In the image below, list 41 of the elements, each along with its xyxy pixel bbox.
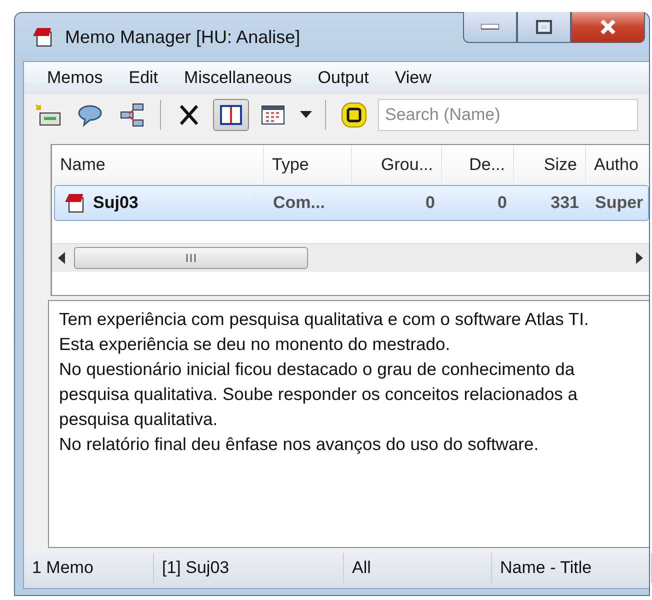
toolbar-button[interactable] bbox=[213, 99, 249, 131]
maximize-button[interactable] bbox=[517, 12, 571, 43]
minimize-icon bbox=[481, 24, 499, 30]
scroll-left-icon[interactable] bbox=[58, 252, 66, 264]
split-view-icon bbox=[219, 104, 243, 126]
table-cell-text: 331 bbox=[550, 193, 580, 213]
delete-icon bbox=[177, 103, 201, 127]
status-field: Name - Title bbox=[492, 553, 652, 583]
new-memo-icon bbox=[34, 103, 62, 127]
status-field: [1] Suj03 bbox=[154, 553, 344, 583]
scroll-right-icon[interactable] bbox=[635, 252, 643, 264]
memo-paragraph: Tem experiência com pesquisa qualitativa e com o software Atlas TI. bbox=[59, 308, 590, 331]
close-icon bbox=[599, 19, 617, 35]
close-button[interactable] bbox=[571, 12, 645, 43]
calendar-icon bbox=[260, 104, 286, 126]
status-field: All bbox=[344, 553, 492, 583]
table-row[interactable]: Suj03 Com... 0 0 331 Super bbox=[54, 185, 649, 221]
caret-icon bbox=[300, 111, 312, 119]
status-field: 1 Memo bbox=[24, 553, 154, 583]
search-field[interactable]: Search (Name) bbox=[378, 99, 638, 131]
table-cell-text: Super bbox=[594, 193, 644, 213]
square-icon bbox=[340, 101, 368, 129]
speech-bubble-icon bbox=[77, 103, 103, 127]
menu-item[interactable]: Edit bbox=[116, 68, 172, 88]
scrollbar-thumb[interactable] bbox=[74, 247, 308, 269]
memo-paragraph: No relatório final deu ênfase nos avanços do uso do software. bbox=[59, 433, 540, 456]
menu-item[interactable]: Miscellaneous bbox=[171, 68, 305, 88]
table-cell: Suj03 bbox=[93, 193, 138, 213]
menu-item[interactable]: Output bbox=[304, 68, 382, 88]
hierarchy-icon bbox=[119, 102, 145, 128]
memo-paragraph: Esta experiência se deu no monento do mestrado. bbox=[59, 333, 452, 356]
table-cell-text: 0 bbox=[496, 193, 508, 213]
window-title: Memo Manager [HU: Analise] bbox=[65, 26, 300, 48]
memo-text-area[interactable] bbox=[48, 300, 649, 548]
memo-paragraph: No questionário inicial ficou destacado o grau de conhecimento da pesquisa qualitativa. Soube responder os conceitos relacionados a pesquisa qualitativa. bbox=[59, 358, 579, 431]
menu-item[interactable]: Memos bbox=[34, 68, 116, 88]
maximize-icon bbox=[536, 20, 552, 34]
table-cell-text: 0 bbox=[424, 193, 436, 213]
menu-item[interactable]: View bbox=[382, 68, 444, 88]
minimize-button[interactable] bbox=[463, 12, 517, 43]
table-cell-text: Com... bbox=[272, 193, 326, 213]
